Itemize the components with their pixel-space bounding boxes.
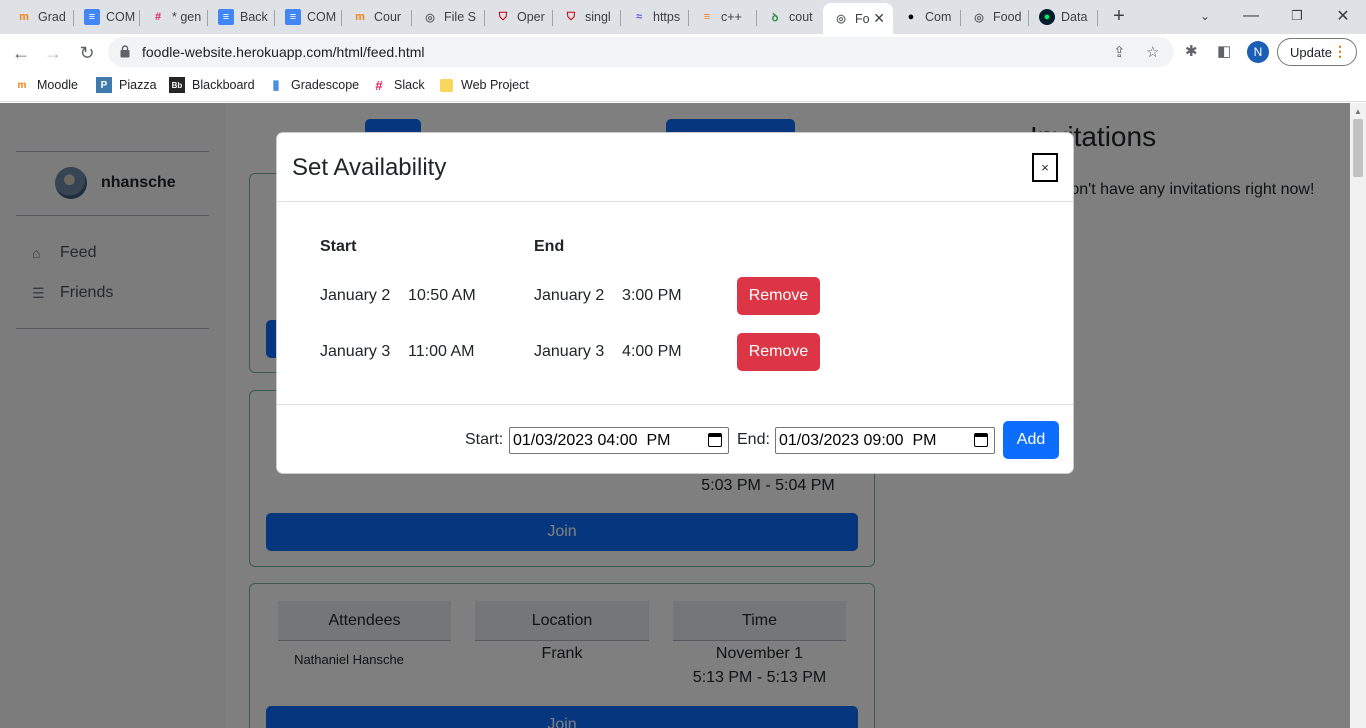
- bookmark-star-icon[interactable]: ☆: [1146, 43, 1159, 61]
- bookmark-gradescope[interactable]: ▮ Gradescope: [268, 77, 359, 93]
- set-availability-modal: Set Availability × Start End January 2 1…: [276, 132, 1074, 474]
- tab-7[interactable]: ⛉ Oper: [485, 3, 553, 31]
- stackoverflow-icon: ≡: [703, 11, 711, 23]
- wave-icon: ≈: [635, 11, 643, 23]
- docs-icon: ≡: [218, 9, 234, 25]
- shield-icon: ⛉: [566, 10, 576, 23]
- mongodb-icon: ●: [1039, 9, 1055, 25]
- tab-11[interactable]: ꝺ cout: [757, 3, 823, 31]
- end-label: End:: [737, 431, 770, 448]
- page-scrollbar[interactable]: ▲: [1350, 103, 1366, 728]
- tab-8[interactable]: ⛉ singl: [553, 3, 621, 31]
- tab-10[interactable]: ≡ c++: [689, 3, 757, 31]
- address-bar[interactable]: foodle-website.herokuapp.com/html/feed.h…: [108, 37, 1174, 67]
- bookmarks-bar: m Moodle P Piazza Bb Blackboard ▮ Gradescope…: [0, 70, 1366, 102]
- side-panel-icon[interactable]: ◧: [1217, 42, 1231, 60]
- slack-icon: #: [375, 77, 383, 93]
- github-icon: ●: [907, 11, 915, 23]
- tab-15[interactable]: ● Data: [1029, 3, 1098, 31]
- profile-avatar[interactable]: N: [1247, 41, 1269, 63]
- modal-title: Set Availability: [292, 154, 447, 181]
- share-icon[interactable]: ⇪: [1113, 43, 1126, 61]
- tab-2[interactable]: # * gen: [140, 3, 208, 31]
- moodle-icon: m: [17, 79, 27, 91]
- tab-12-active[interactable]: ◎ Fo ✕: [823, 3, 893, 34]
- tab-0[interactable]: m Grad: [6, 3, 74, 31]
- bookmark-blackboard[interactable]: Bb Blackboard: [169, 77, 255, 93]
- tab-4[interactable]: ≡ COM: [275, 3, 342, 31]
- gfg-icon: ꝺ: [771, 11, 779, 24]
- slack-icon: #: [154, 11, 162, 23]
- tab-strip: m Grad ≡ COM # * gen ≡ Back ≡ COM m Cour ◎ File…: [0, 0, 1366, 34]
- calendar-icon[interactable]: [708, 433, 722, 447]
- gradescope-icon: ▮: [272, 77, 280, 92]
- globe-icon: ◎: [425, 11, 435, 24]
- globe-icon: ◎: [974, 11, 984, 24]
- scroll-up-icon[interactable]: ▲: [1354, 107, 1362, 116]
- extensions-icon[interactable]: ✱: [1185, 42, 1198, 60]
- update-button[interactable]: Update ⋮: [1277, 38, 1357, 66]
- availability-end: January 2 3:00 PM: [534, 287, 682, 304]
- tab-1[interactable]: ≡ COM: [74, 3, 140, 31]
- new-tab-icon[interactable]: +: [1104, 4, 1134, 28]
- bookmark-slack[interactable]: # Slack: [371, 77, 424, 93]
- tab-9[interactable]: ≈ https: [621, 3, 689, 31]
- tab-3[interactable]: ≡ Back: [208, 3, 275, 31]
- column-header-start: Start: [320, 238, 357, 255]
- piazza-icon: P: [96, 77, 112, 93]
- start-label: Start:: [465, 431, 504, 448]
- moodle-icon: m: [355, 11, 365, 23]
- tab-6[interactable]: ◎ File S: [412, 3, 485, 31]
- availability-start: January 3 11:00 AM: [320, 343, 475, 360]
- folder-icon: [438, 77, 454, 93]
- forward-icon[interactable]: →: [40, 40, 66, 66]
- start-datetime-input[interactable]: 01/03/2023 04:00 PM: [509, 427, 729, 454]
- tab-5[interactable]: m Cour: [342, 3, 412, 31]
- back-icon[interactable]: ←: [8, 40, 34, 66]
- close-tab-icon[interactable]: ✕: [873, 10, 885, 27]
- remove-button[interactable]: Remove: [737, 333, 820, 371]
- more-icon: ⋮: [1333, 43, 1347, 59]
- bookmark-web-project[interactable]: Web Project: [438, 77, 529, 93]
- bookmark-moodle[interactable]: m Moodle: [14, 77, 78, 93]
- close-icon[interactable]: ×: [1032, 153, 1058, 182]
- globe-icon: ◎: [836, 13, 846, 25]
- scrollbar-thumb[interactable]: [1353, 119, 1363, 177]
- bookmark-piazza[interactable]: P Piazza: [96, 77, 157, 93]
- minimize-icon[interactable]: —: [1236, 4, 1266, 28]
- docs-icon: ≡: [285, 9, 301, 25]
- remove-button[interactable]: Remove: [737, 277, 820, 315]
- calendar-icon[interactable]: [974, 433, 988, 447]
- availability-end: January 3 4:00 PM: [534, 343, 682, 360]
- shield-icon: ⛉: [498, 10, 508, 23]
- column-header-end: End: [534, 238, 565, 255]
- reload-icon[interactable]: ↻: [74, 40, 100, 66]
- availability-start: January 2 10:50 AM: [320, 287, 476, 304]
- tab-13[interactable]: ● Com: [893, 3, 961, 31]
- lock-icon: [120, 45, 130, 58]
- restore-icon[interactable]: ❐: [1282, 4, 1312, 28]
- tab-14[interactable]: ◎ Food: [961, 3, 1029, 31]
- docs-icon: ≡: [84, 9, 100, 25]
- url-text: foodle-website.herokuapp.com/html/feed.h…: [142, 44, 425, 60]
- divider: [277, 201, 1073, 202]
- close-window-icon[interactable]: ✕: [1328, 4, 1358, 28]
- tab-search-icon[interactable]: ⌄: [1190, 4, 1220, 28]
- moodle-icon: m: [19, 11, 29, 23]
- divider: [277, 404, 1073, 405]
- end-datetime-input[interactable]: 01/03/2023 09:00 PM: [775, 427, 995, 454]
- add-button[interactable]: Add: [1003, 421, 1059, 459]
- blackboard-icon: Bb: [169, 77, 185, 93]
